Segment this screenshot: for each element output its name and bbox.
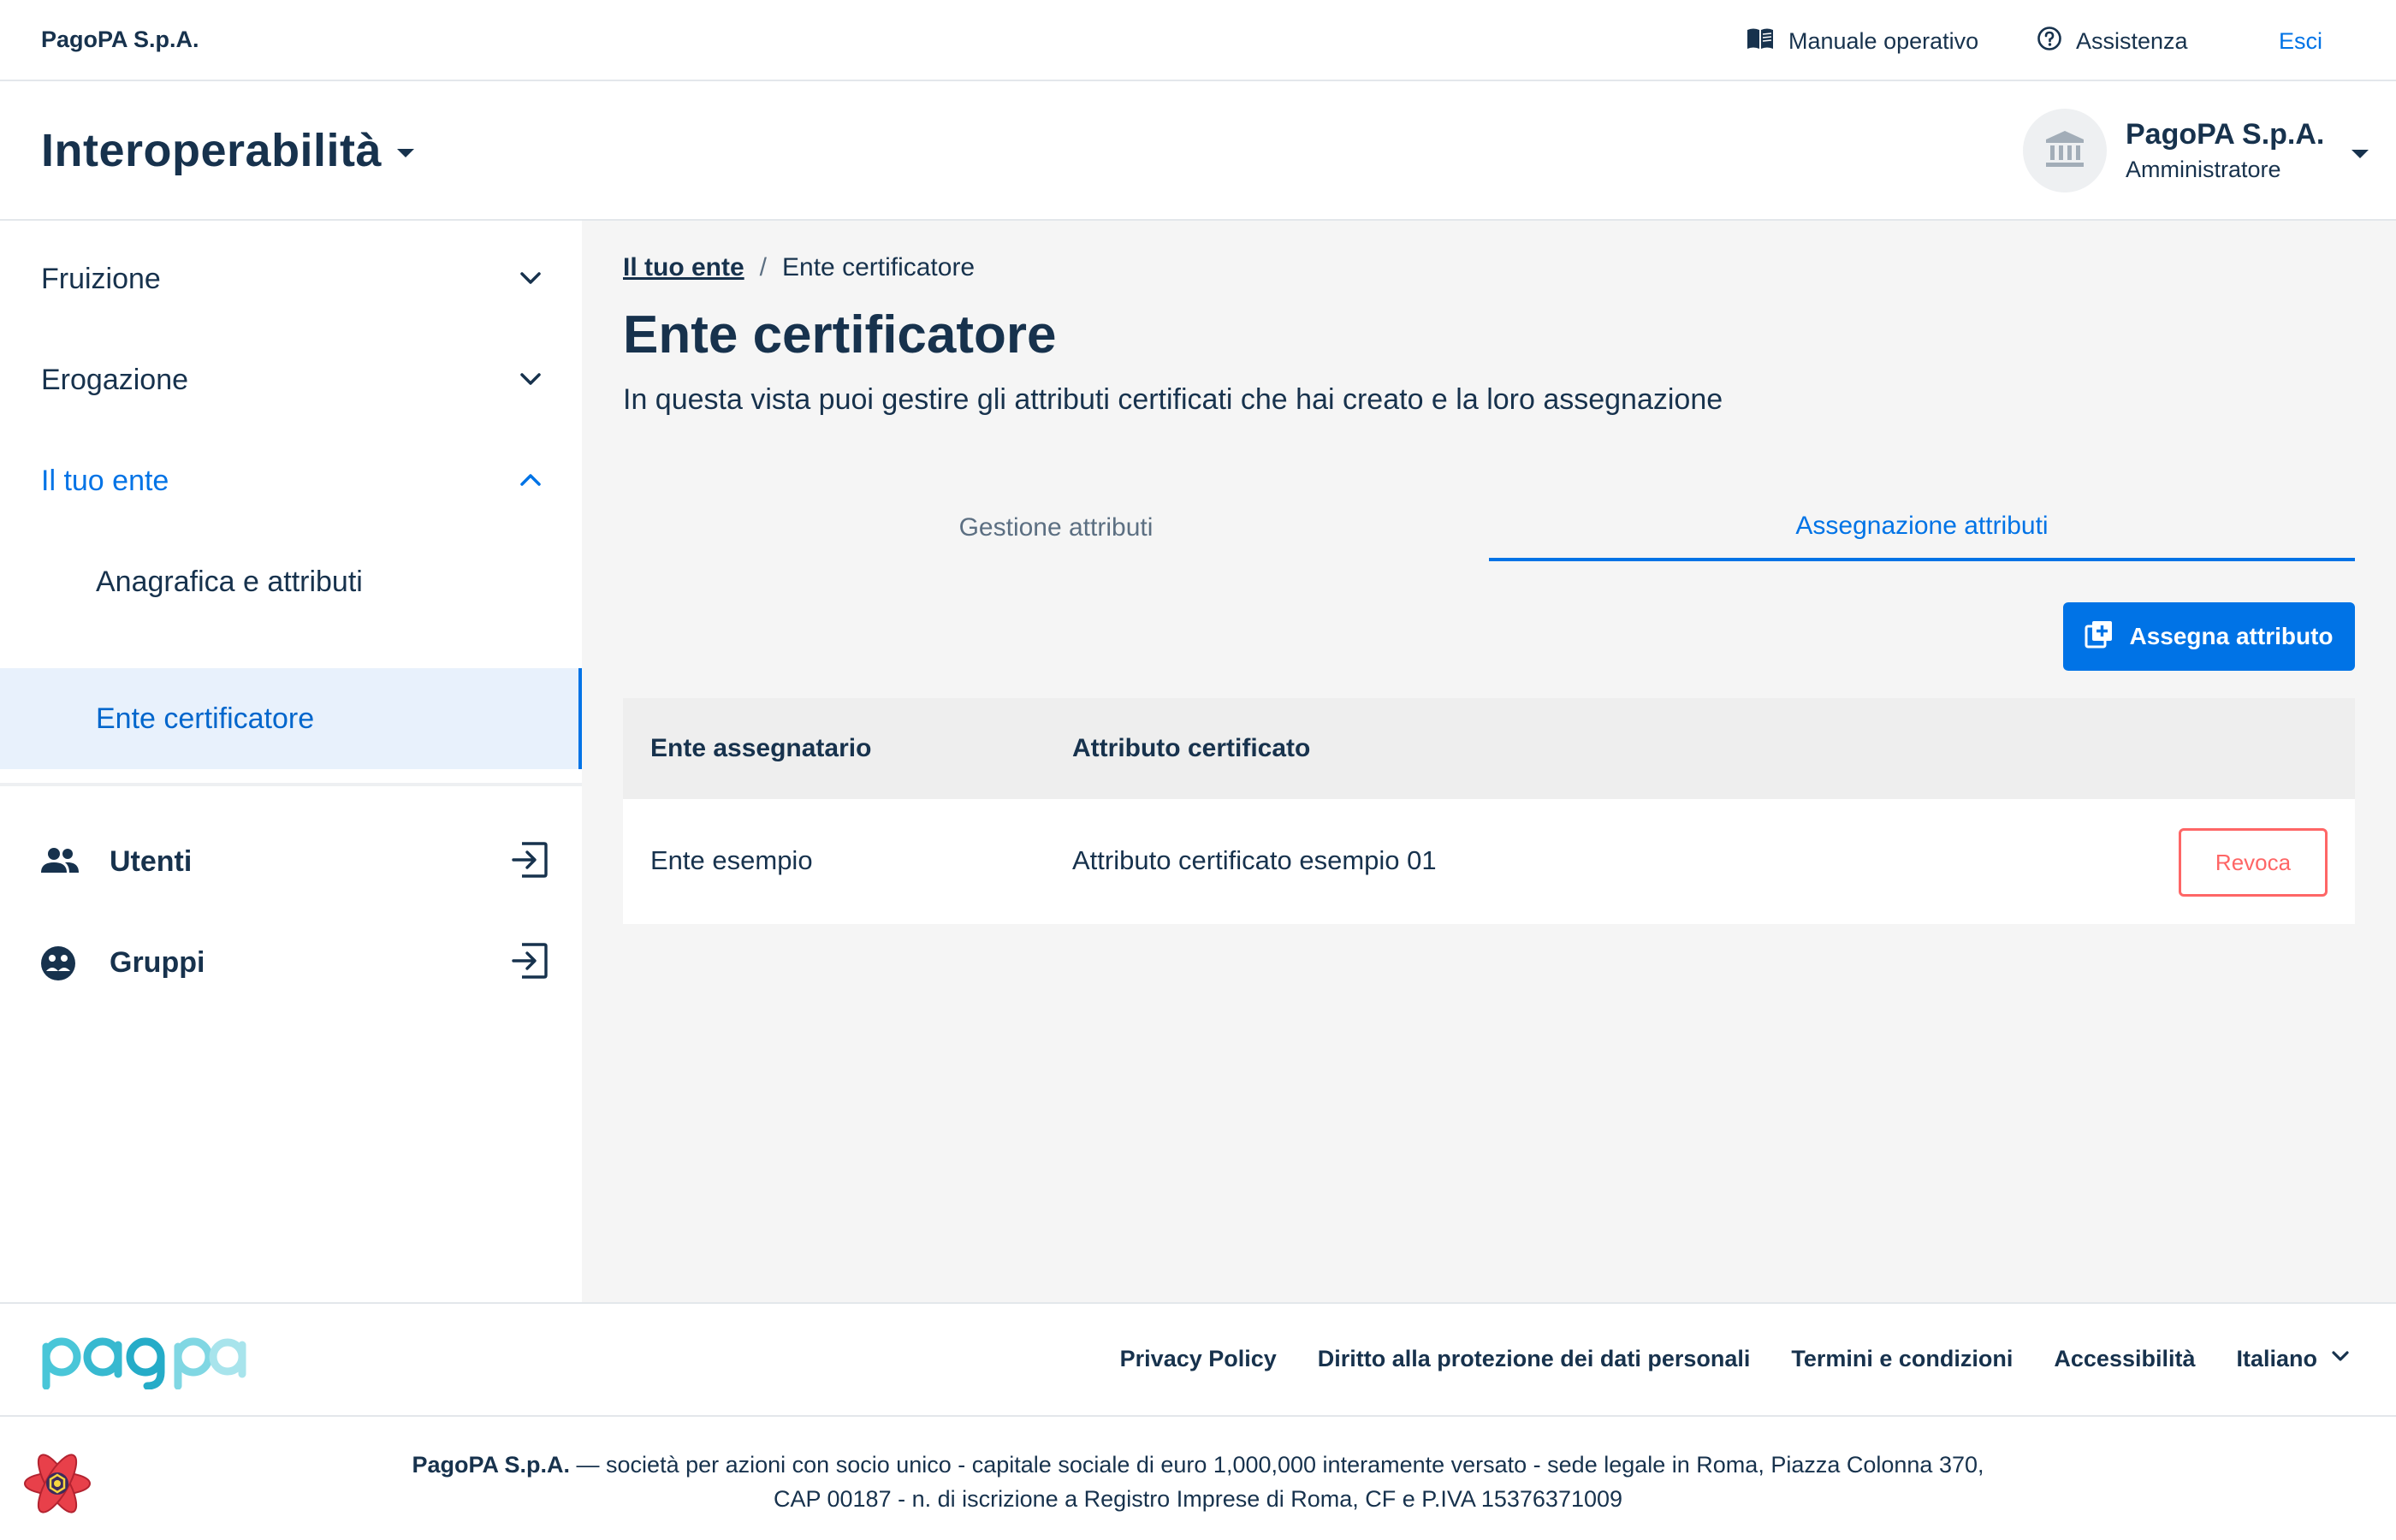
assign-attribute-label: Assegna attributo	[2129, 623, 2334, 649]
breadcrumb-link[interactable]: Il tuo ente	[623, 253, 744, 282]
sidebar: Fruizione Erogazione Il tuo ente Anagraf…	[0, 221, 582, 1302]
party-name: PagoPA S.p.A.	[2126, 118, 2325, 151]
avatar	[2023, 109, 2107, 192]
page-title: Ente certificatore	[623, 305, 1057, 364]
column-header: Attributo certificato	[1072, 734, 1311, 762]
cell-attributo: Attributo certificato esempio 01	[1072, 845, 1437, 875]
language-selector[interactable]: Italiano	[2236, 1345, 2352, 1373]
footer-links: Privacy Policy Diritto alla protezione d…	[1120, 1345, 2352, 1373]
chevron-down-icon	[517, 264, 544, 296]
logout-link[interactable]: Esci	[2279, 24, 2322, 58]
top-header: PagoPA S.p.A. Manuale operativo Assisten…	[0, 0, 2396, 81]
sidebar-item-fruizione[interactable]: Fruizione	[0, 228, 582, 329]
people-icon	[39, 844, 80, 882]
sidebar-item-label: Fruizione	[41, 262, 161, 295]
revoke-button[interactable]: Revoca	[2179, 828, 2328, 897]
manual-label: Manuale operativo	[1788, 27, 1979, 54]
footer: Privacy Policy Diritto alla protezione d…	[0, 1302, 2396, 1417]
caret-down-icon	[397, 149, 415, 157]
pagopa-logo[interactable]	[39, 1326, 248, 1394]
product-title: Interoperabilità	[41, 125, 383, 176]
sidebar-item-il-tuo-ente[interactable]: Il tuo ente	[0, 430, 582, 531]
add-box-icon	[2085, 619, 2114, 654]
product-bar: Interoperabilità PagoPA S.p.A. Amministr…	[0, 81, 2396, 221]
language-label: Italiano	[2236, 1346, 2317, 1371]
terms-link[interactable]: Termini e condizioni	[1791, 1346, 2013, 1372]
page-subtitle: In questa vista puoi gestire gli attribu…	[623, 383, 1723, 416]
legal-line-2: CAP 00187 - n. di iscrizione a Registro …	[773, 1486, 1623, 1512]
legal-line-1: PagoPA S.p.A. — società per azioni con s…	[0, 1448, 2396, 1482]
tab-gestione-attributi[interactable]: Gestione attributi	[623, 495, 1489, 561]
breadcrumb: Il tuo ente / Ente certificatore	[623, 253, 975, 282]
sidebar-item-anagrafica[interactable]: Anagrafica e attributi	[0, 531, 582, 632]
sidebar-item-label: Erogazione	[41, 363, 189, 396]
legal-notice: PagoPA S.p.A. — società per azioni con s…	[0, 1448, 2396, 1516]
help-link[interactable]: Assistenza	[2037, 24, 2188, 58]
product-switcher[interactable]: Interoperabilità	[41, 124, 415, 177]
tab-assegnazione-attributi[interactable]: Assegnazione attributi	[1489, 495, 2355, 561]
institution-icon	[2043, 129, 2086, 173]
legal-company: PagoPA S.p.A.	[412, 1452, 571, 1478]
sidebar-item-ente-certificatore[interactable]: Ente certificatore	[0, 668, 582, 769]
chevron-up-icon	[517, 466, 544, 498]
table-row: Ente esempio Attributo certificato esemp…	[623, 799, 2355, 924]
data-protection-link[interactable]: Diritto alla protezione dei dati persona…	[1318, 1346, 1751, 1372]
chevron-down-icon	[517, 365, 544, 397]
sidebar-item-erogazione[interactable]: Erogazione	[0, 329, 582, 430]
help-label: Assistenza	[2076, 27, 2188, 54]
header-brand[interactable]: PagoPA S.p.A.	[41, 27, 199, 53]
assignments-table: Ente assegnatario Attributo certificato …	[623, 698, 2355, 924]
external-link-icon	[510, 840, 549, 884]
sidebar-item-label: Il tuo ente	[41, 464, 169, 497]
help-circle-icon	[2037, 26, 2062, 57]
breadcrumb-current: Ente certificatore	[782, 253, 976, 281]
tab-bar: Gestione attributi Assegnazione attribut…	[623, 495, 2355, 561]
assign-attribute-button[interactable]: Assegna attributo	[2063, 602, 2355, 671]
footer-legal: PagoPA S.p.A. — società per azioni con s…	[0, 1417, 2396, 1540]
table-header: Ente assegnatario Attributo certificato	[623, 698, 2355, 799]
caret-down-icon	[2352, 150, 2369, 158]
privacy-policy-link[interactable]: Privacy Policy	[1120, 1346, 1277, 1372]
sidebar-item-label: Ente certificatore	[96, 702, 315, 735]
group-icon	[39, 945, 77, 986]
party-info: PagoPA S.p.A. Amministratore	[2126, 118, 2324, 183]
book-icon	[1746, 27, 1775, 56]
external-link-icon	[510, 941, 549, 985]
cell-ente: Ente esempio	[650, 845, 813, 875]
sidebar-item-label: Gruppi	[110, 945, 205, 979]
legal-line1-text: — società per azioni con socio unico - c…	[570, 1452, 1984, 1478]
sidebar-item-gruppi[interactable]: Gruppi	[0, 912, 582, 1013]
party-role: Amministratore	[2126, 157, 2281, 182]
main-content: Il tuo ente / Ente certificatore Ente ce…	[582, 221, 2396, 1302]
sidebar-item-label: Anagrafica e attributi	[96, 565, 363, 598]
party-switcher[interactable]: PagoPA S.p.A. Amministratore	[2023, 109, 2369, 192]
column-header: Ente assegnatario	[650, 734, 872, 762]
breadcrumb-separator: /	[759, 253, 768, 281]
chevron-down-icon	[2329, 1345, 2352, 1373]
manual-link[interactable]: Manuale operativo	[1746, 24, 1978, 58]
sidebar-item-utenti[interactable]: Utenti	[0, 811, 582, 912]
accessibility-link[interactable]: Accessibilità	[2054, 1346, 2195, 1372]
sidebar-item-label: Utenti	[110, 844, 193, 878]
sidebar-divider	[0, 783, 582, 786]
